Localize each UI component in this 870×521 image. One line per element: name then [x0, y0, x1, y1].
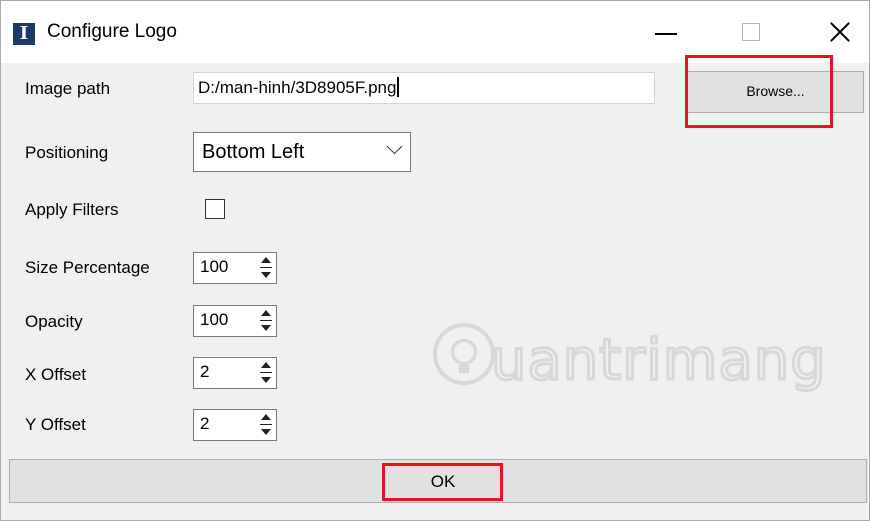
size-percentage-label: Size Percentage: [25, 258, 150, 277]
app-icon: I: [13, 23, 35, 45]
spin-down-icon[interactable]: [258, 268, 274, 282]
x-offset-spinner[interactable]: 2: [193, 357, 277, 389]
browse-button[interactable]: Browse...: [687, 71, 864, 113]
opacity-label: Opacity: [25, 312, 83, 331]
spin-down-icon[interactable]: [258, 321, 274, 335]
watermark: uantrimang: [491, 327, 827, 394]
size-percentage-value: 100: [200, 257, 229, 276]
image-path-input[interactable]: D:/man-hinh/3D8905F.png: [193, 72, 655, 104]
title-bar[interactable]: I Configure Logo: [1, 1, 869, 63]
image-path-value: D:/man-hinh/3D8905F.png: [198, 78, 397, 97]
watermark-text: uantrimang: [491, 328, 827, 393]
image-path-label: Image path: [25, 79, 111, 98]
spin-down-icon[interactable]: [258, 425, 274, 439]
x-offset-value: 2: [200, 362, 210, 381]
opacity-value: 100: [200, 310, 229, 329]
maximize-icon[interactable]: [737, 11, 777, 51]
apply-filters-label: Apply Filters: [25, 200, 119, 219]
x-offset-label: X Offset: [25, 365, 87, 384]
minimize-icon[interactable]: [647, 11, 687, 51]
spin-down-icon[interactable]: [258, 373, 274, 387]
ok-button-label: OK: [430, 472, 456, 491]
positioning-label: Positioning: [25, 143, 109, 162]
close-icon[interactable]: [817, 11, 857, 51]
chevron-down-icon: [386, 138, 403, 155]
y-offset-label: Y Offset: [25, 415, 86, 434]
text-caret: [397, 77, 400, 97]
configure-logo-window: I Configure Logo Image path D:/man-hinh/…: [0, 0, 870, 521]
lightbulb-circle-icon: [433, 323, 495, 385]
size-percentage-spinner[interactable]: 100: [193, 252, 277, 284]
y-offset-value: 2: [200, 414, 210, 433]
positioning-value: Bottom Left: [202, 141, 305, 163]
y-offset-spinner[interactable]: 2: [193, 409, 277, 441]
opacity-spinner[interactable]: 100: [193, 305, 277, 337]
window-title: Configure Logo: [47, 21, 177, 42]
apply-filters-checkbox[interactable]: [205, 199, 225, 219]
positioning-select[interactable]: Bottom Left: [193, 132, 411, 172]
